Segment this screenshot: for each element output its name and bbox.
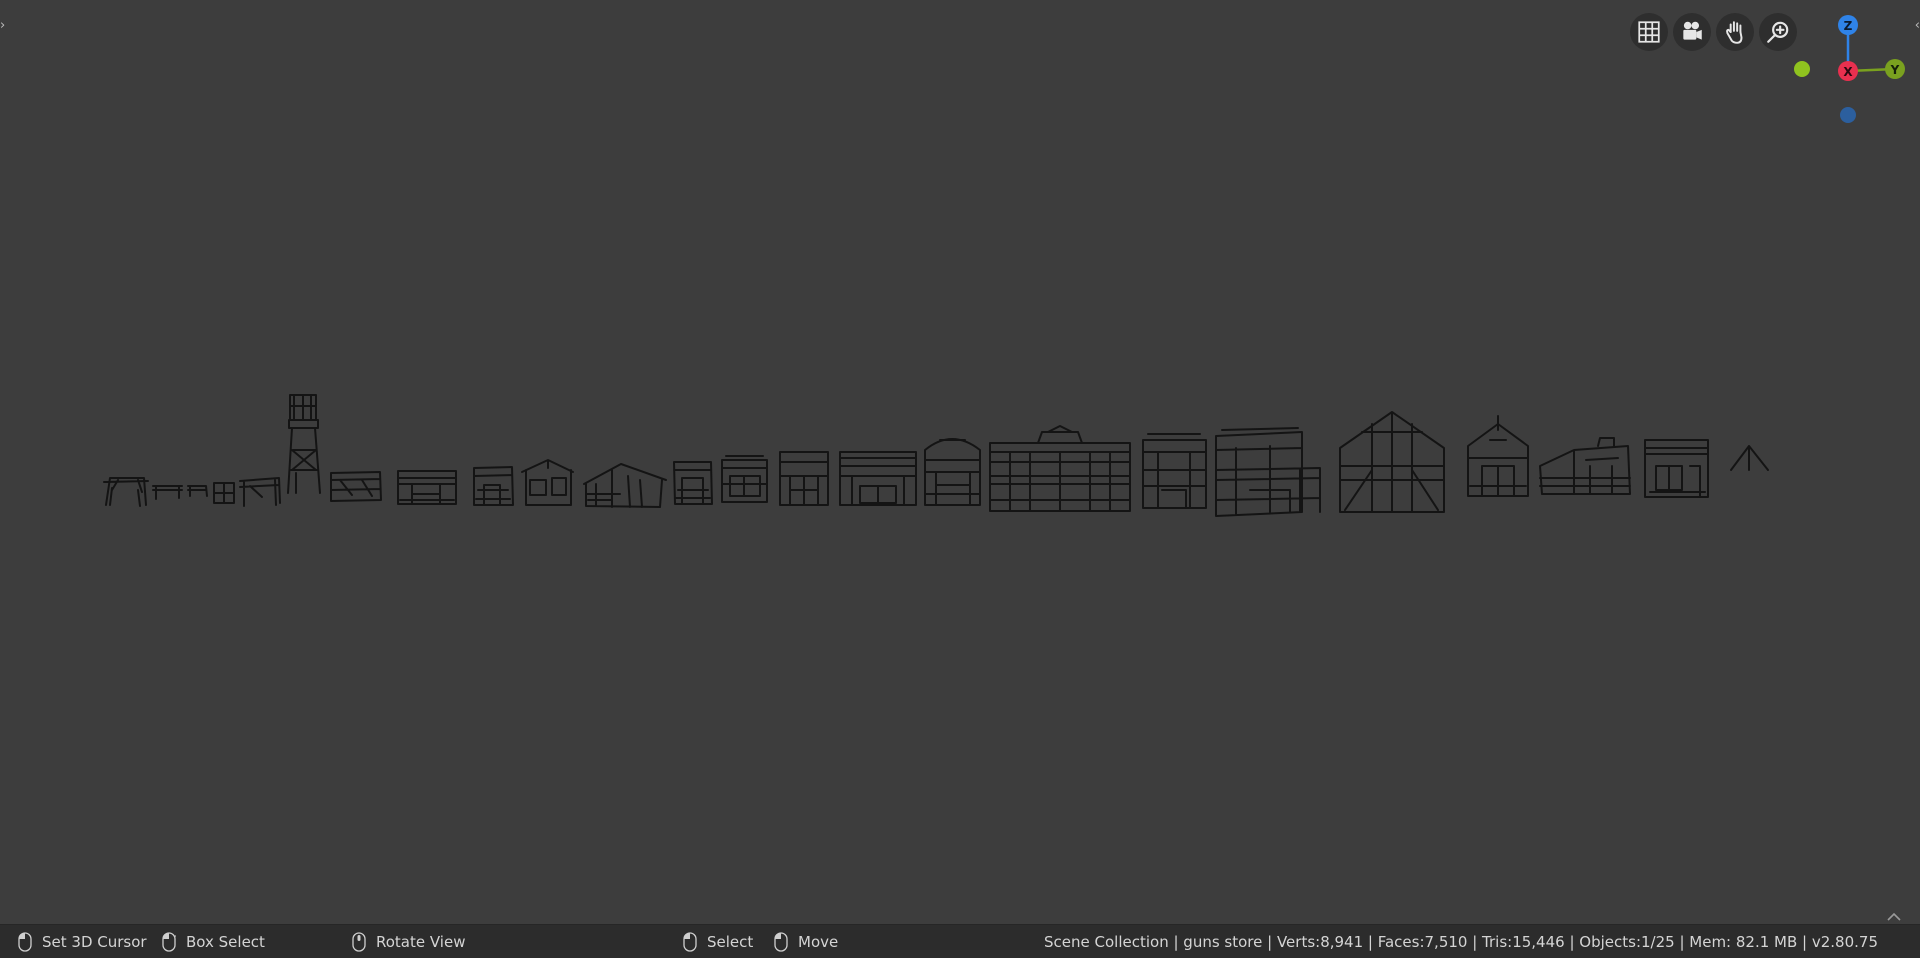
barn-shed-object — [583, 463, 667, 508]
rotate-view-hint: Rotate View — [352, 925, 465, 958]
select-hint: Select — [683, 925, 753, 958]
set-cursor-label: Set 3D Cursor — [42, 932, 147, 951]
status-bar: Set 3D Cursor Box Select Rotate View Sel… — [0, 924, 1920, 958]
select-label: Select — [707, 932, 754, 951]
mouse-drag-icon — [774, 931, 788, 952]
box-house-object — [721, 455, 768, 503]
gallows-object — [103, 477, 149, 507]
gizmo-neg-y-handle[interactable] — [1794, 61, 1810, 77]
camera-icon[interactable] — [1673, 13, 1711, 51]
gizmo-neg-z-handle[interactable] — [1840, 107, 1856, 123]
storefront-tall-object — [1142, 433, 1207, 509]
table-object — [152, 485, 183, 500]
mouse-middle-icon — [352, 931, 366, 952]
arched-store-object — [924, 438, 981, 506]
rotate-view-label: Rotate View — [376, 932, 466, 951]
lean-to-house-object — [1539, 437, 1631, 495]
scene-statistics: Scene Collection | guns store | Verts:8,… — [1044, 932, 1878, 951]
gizmo-y-label: Y — [1890, 63, 1900, 77]
box-select-label: Box Select — [186, 932, 265, 951]
gabled-house-object — [521, 459, 574, 506]
church-barn-object — [1339, 411, 1445, 513]
scene-wireframe — [103, 394, 1769, 517]
move-label: Move — [798, 932, 839, 951]
water-tower-object — [287, 394, 321, 494]
bench-object — [213, 482, 235, 504]
porch-object — [239, 477, 281, 507]
chevron-up-icon[interactable] — [1886, 912, 1902, 922]
empty-axes-object — [1730, 445, 1769, 471]
3d-viewport[interactable]: › ‹ Z Y X — [0, 0, 1920, 924]
store-2-object — [779, 451, 829, 506]
flat-store-object — [1644, 439, 1709, 498]
chapel-object — [1467, 415, 1529, 497]
mouse-left-icon — [683, 931, 697, 952]
set-cursor-hint: Set 3D Cursor — [18, 925, 147, 958]
mouse-drag-icon — [162, 931, 176, 952]
mouse-left-icon — [18, 931, 32, 952]
gizmo-z-label: Z — [1844, 19, 1853, 33]
move-hint: Move — [774, 925, 838, 958]
hand-icon[interactable] — [1716, 13, 1754, 51]
guns-store-object — [1215, 427, 1321, 517]
shack-object — [330, 471, 382, 502]
gizmo-x-label: X — [1843, 65, 1853, 79]
cabin-object — [673, 461, 713, 505]
store-3-object — [839, 451, 917, 506]
short-table-object — [187, 485, 208, 497]
grid-icon[interactable] — [1630, 13, 1668, 51]
small-house-object — [473, 466, 514, 506]
saloon-object — [989, 425, 1131, 512]
store-1-object — [397, 470, 457, 505]
box-select-hint: Box Select — [162, 925, 265, 958]
navigation-gizmo[interactable]: Z Y X — [1772, 10, 1920, 132]
